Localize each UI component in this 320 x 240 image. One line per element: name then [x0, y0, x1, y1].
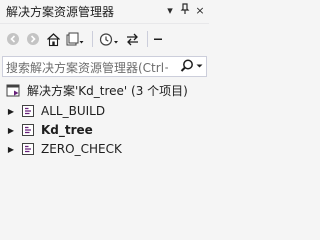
- tree-project-node[interactable]: ▶ ZERO_CHECK: [6, 140, 122, 159]
- expand-arrow-icon[interactable]: ▶: [6, 121, 16, 140]
- expand-arrow-icon[interactable]: ▶: [6, 102, 16, 121]
- tree-project-node[interactable]: ▶ Kd_tree: [6, 121, 93, 140]
- home-icon: [46, 32, 60, 46]
- expand-arrow-icon[interactable]: ▶: [6, 140, 16, 159]
- back-button[interactable]: [4, 30, 22, 48]
- solution-icon: [6, 84, 20, 96]
- toolbar-separator: [147, 31, 148, 47]
- project-icon: [22, 104, 34, 117]
- minus-icon: [154, 38, 162, 40]
- project-icon: [22, 123, 34, 136]
- close-icon[interactable]: ×: [193, 3, 207, 19]
- project-label-zero-check: ZERO_CHECK: [41, 142, 122, 156]
- toolbar-separator: [92, 31, 93, 47]
- title-actions: ▾ ×: [162, 3, 207, 19]
- search-icons: [179, 58, 204, 74]
- pending-changes-filter-button[interactable]: [97, 30, 121, 48]
- solution-label: 解决方案'Kd_tree' (3 个项目): [27, 84, 188, 98]
- project-label-all-build: ALL_BUILD: [41, 104, 106, 118]
- search-box[interactable]: 搜索解决方案资源管理器(Ctrl+;): [2, 56, 207, 77]
- solution-node[interactable]: 解决方案'Kd_tree' (3 个项目): [6, 82, 188, 101]
- search-options-dropdown-icon[interactable]: [195, 58, 204, 74]
- collapse-all-button[interactable]: [152, 30, 164, 48]
- search-icon[interactable]: [179, 58, 195, 74]
- clock-filter-icon: [99, 32, 118, 46]
- project-icon: [22, 142, 34, 155]
- panel-title: 解决方案资源管理器: [6, 5, 115, 19]
- search-placeholder: 搜索解决方案资源管理器(Ctrl+;): [6, 61, 168, 75]
- forward-arrow-icon: [27, 33, 39, 45]
- switch-views-icon: [66, 32, 84, 45]
- sync-with-active-document-button[interactable]: [123, 30, 141, 48]
- panel-titlebar: 解决方案资源管理器 ▾ ×: [0, 0, 209, 24]
- project-label-kd-tree: Kd_tree: [41, 123, 93, 137]
- solution-explorer-toolbar: [0, 27, 209, 51]
- window-position-dropdown-icon[interactable]: ▾: [163, 3, 177, 19]
- auto-hide-pin-icon[interactable]: [178, 3, 192, 19]
- back-arrow-icon: [7, 33, 19, 45]
- home-button[interactable]: [44, 30, 62, 48]
- switch-views-button[interactable]: [64, 30, 86, 48]
- sync-arrows-icon: [126, 33, 138, 45]
- forward-button[interactable]: [24, 30, 42, 48]
- vertical-scrollbar[interactable]: [206, 82, 209, 224]
- tree-project-node[interactable]: ▶ ALL_BUILD: [6, 102, 105, 121]
